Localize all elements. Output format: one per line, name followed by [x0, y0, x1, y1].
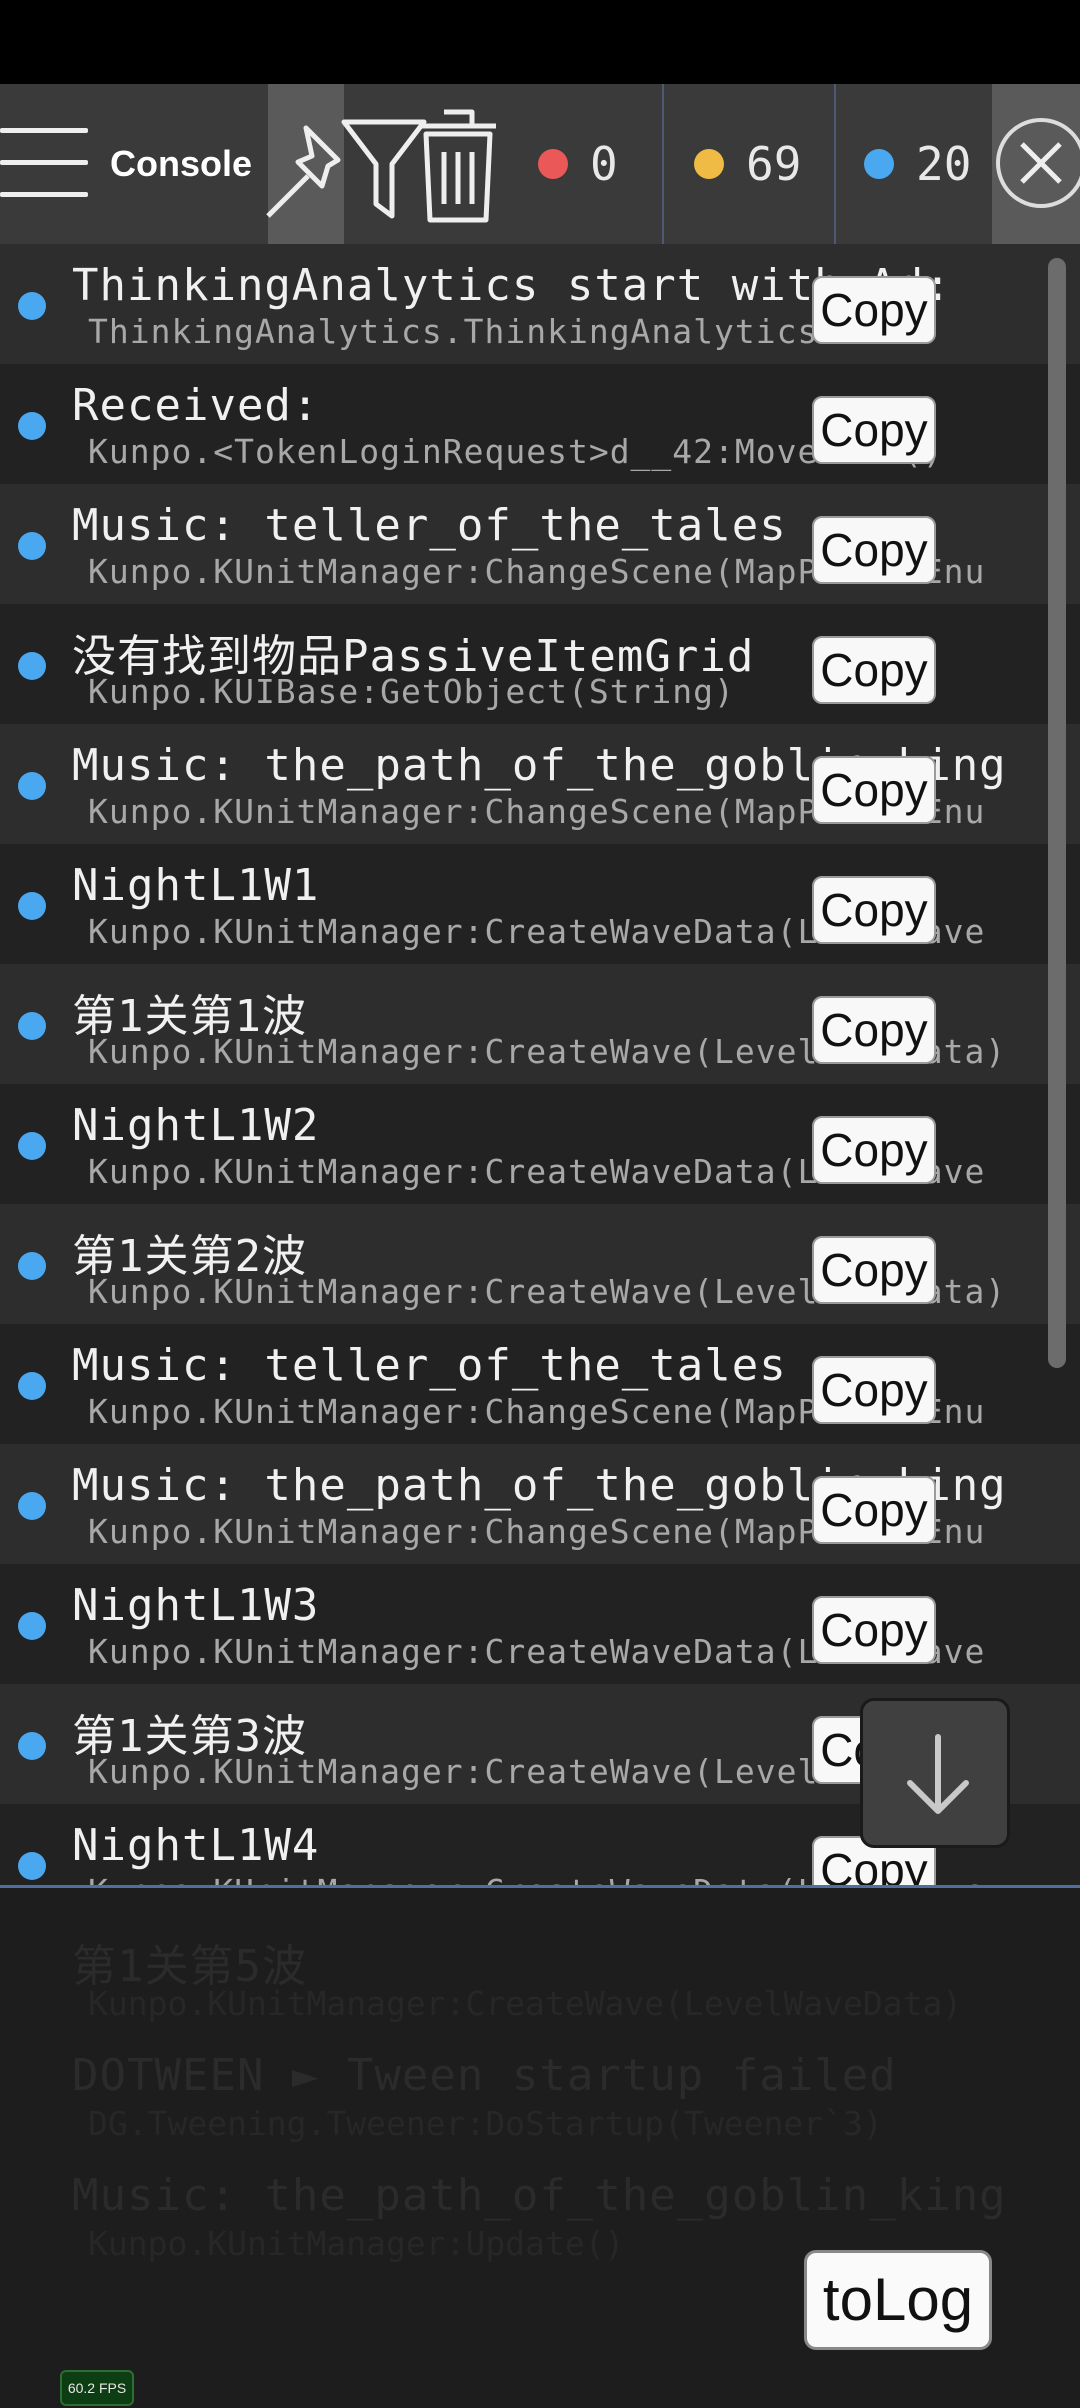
copy-button[interactable]: Copy	[812, 876, 936, 944]
warning-dot-icon	[694, 148, 724, 179]
warning-count: 69	[746, 137, 802, 191]
error-counter[interactable]: 0	[498, 84, 662, 244]
log-list[interactable]: ThinkingAnalytics start with Ad: Thinking…	[0, 244, 1080, 1888]
copy-button[interactable]: Copy	[812, 276, 936, 344]
info-dot-icon	[864, 148, 894, 179]
copy-button[interactable]: Copy	[812, 1236, 936, 1304]
log-scrollbar[interactable]	[1048, 258, 1066, 1368]
log-entry[interactable]: Music: teller_of_the_tales Kunpo.KUnitMan…	[0, 1324, 1080, 1444]
log-entry[interactable]: NightL1W2 Kunpo.KUnitManager:CreateWaveDa…	[0, 1084, 1080, 1204]
info-counter[interactable]: 20	[834, 84, 1006, 244]
pin-button[interactable]	[266, 84, 344, 244]
log-entry[interactable]: NightL1W3 Kunpo.KUnitManager:CreateWaveDa…	[0, 1564, 1080, 1684]
close-button[interactable]	[992, 84, 1080, 244]
log-entry[interactable]: 没有找到物品PassiveItemGrid Kunpo.KUIBase:GetOb…	[0, 604, 1080, 724]
error-count: 0	[590, 137, 618, 191]
background-log-trace: DG.Tweening.Tweener:DoStartup(Tweener`3)	[88, 2104, 883, 2143]
log-entry[interactable]: 第1关第1波 Kunpo.KUnitManager:CreateWave(Leve…	[0, 964, 1080, 1084]
scroll-to-bottom-button[interactable]	[860, 1698, 1010, 1848]
log-message: Music: teller_of_the_tales	[72, 500, 787, 551]
info-dot-icon	[18, 892, 46, 920]
arrow-down-icon	[907, 1734, 969, 1814]
trash-icon	[420, 109, 496, 223]
copy-button[interactable]: Copy	[812, 636, 936, 704]
log-message: NightL1W3	[72, 1580, 320, 1631]
copy-button[interactable]: Copy	[812, 756, 936, 824]
log-message: NightL1W2	[72, 1100, 320, 1151]
error-dot-icon	[538, 148, 568, 179]
copy-button[interactable]: Copy	[812, 396, 936, 464]
info-dot-icon	[18, 1612, 46, 1640]
log-stack-trace: ThinkingAnalytics.ThinkingAnalytics:Star	[88, 312, 923, 351]
log-detail-pane: 第1关第5波 Kunpo.KUnitManager:CreateWave(Lev…	[0, 1888, 1080, 2408]
log-entry[interactable]: Received: Kunpo.<TokenLoginRequest>d__42:…	[0, 364, 1080, 484]
info-dot-icon	[18, 292, 46, 320]
hamburger-icon	[0, 128, 88, 133]
console-title: Console	[110, 143, 253, 184]
info-dot-icon	[18, 1492, 46, 1520]
log-message: Received:	[72, 380, 320, 431]
close-icon	[1020, 142, 1062, 184]
log-stack-trace: Kunpo.KUIBase:GetObject(String)	[88, 672, 735, 711]
info-dot-icon	[18, 1732, 46, 1760]
copy-button[interactable]: Copy	[812, 1596, 936, 1664]
console-toolbar: Console 0 69 20	[0, 84, 1080, 244]
info-dot-icon	[18, 532, 46, 560]
log-message: NightL1W1	[72, 860, 320, 911]
copy-button[interactable]: Copy	[812, 1116, 936, 1184]
log-entry[interactable]: Music: the_path_of_the_goblin_king Kunpo.…	[0, 724, 1080, 844]
background-log-message: DOTWEEN ► Tween startup failed	[72, 2050, 897, 2101]
info-dot-icon	[18, 772, 46, 800]
copy-button[interactable]: Copy	[812, 996, 936, 1064]
menu-button[interactable]	[0, 84, 110, 244]
fps-counter: 60.2 FPS	[60, 2370, 134, 2406]
log-entry[interactable]: NightL1W1 Kunpo.KUnitManager:CreateWaveDa…	[0, 844, 1080, 964]
info-dot-icon	[18, 1132, 46, 1160]
background-log-trace: Kunpo.KUnitManager:Update()	[88, 2224, 625, 2263]
copy-button[interactable]: Copy	[812, 1476, 936, 1544]
log-message: NightL1W4	[72, 1820, 320, 1871]
filter-button[interactable]	[341, 84, 427, 244]
copy-button[interactable]: Copy	[812, 1356, 936, 1424]
log-entry[interactable]: Music: the_path_of_the_goblin_king Kunpo.…	[0, 1444, 1080, 1564]
warning-counter[interactable]: 69	[664, 84, 834, 244]
info-dot-icon	[18, 1372, 46, 1400]
info-dot-icon	[18, 412, 46, 440]
to-log-button[interactable]: toLog	[804, 2250, 992, 2350]
log-entry[interactable]: Music: teller_of_the_tales Kunpo.KUnitMan…	[0, 484, 1080, 604]
info-dot-icon	[18, 1252, 46, 1280]
clear-button[interactable]	[414, 84, 498, 244]
log-entry[interactable]: 第1关第2波 Kunpo.KUnitManager:CreateWave(Leve…	[0, 1204, 1080, 1324]
info-dot-icon	[18, 1012, 46, 1040]
log-message: Music: teller_of_the_tales	[72, 1340, 787, 1391]
background-log-trace: Kunpo.KUnitManager:CreateWave(LevelWaveD…	[88, 1984, 963, 2023]
status-bar	[0, 0, 1080, 84]
info-count: 20	[916, 137, 972, 191]
info-dot-icon	[18, 652, 46, 680]
background-log-message: Music: the_path_of_the_goblin_king	[72, 2170, 1007, 2221]
copy-button[interactable]: Copy	[812, 516, 936, 584]
log-entry[interactable]: ThinkingAnalytics start with Ad: Thinking…	[0, 244, 1080, 364]
info-dot-icon	[18, 1852, 46, 1880]
